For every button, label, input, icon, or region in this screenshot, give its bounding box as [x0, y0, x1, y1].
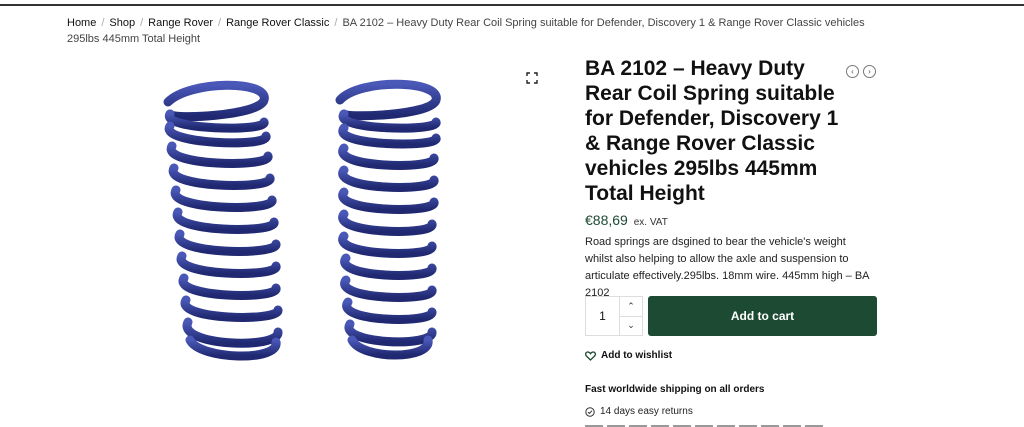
coil-springs-image — [163, 79, 441, 361]
add-to-wishlist-link[interactable]: Add to wishlist — [585, 350, 672, 361]
returns-note: 14 days easy returns — [585, 406, 693, 417]
product-description: Road springs are dsgined to bear the veh… — [585, 236, 869, 299]
heart-icon — [585, 350, 596, 361]
price-suffix: ex. VAT — [633, 217, 668, 228]
expand-icon[interactable] — [526, 71, 538, 84]
returns-label: 14 days easy returns — [600, 406, 693, 417]
breadcrumb-range-rover-classic[interactable]: Range Rover Classic — [226, 17, 329, 29]
top-border — [0, 4, 1024, 6]
breadcrumb-shop[interactable]: Shop — [109, 17, 135, 29]
price-amount: €88,69 — [585, 212, 628, 228]
breadcrumb: Home / Shop / Range Rover / Range Rover Classi… — [67, 15, 867, 47]
wishlist-label: Add to wishlist — [601, 350, 673, 361]
breadcrumb-separator: / — [334, 17, 338, 29]
right-spring — [335, 79, 441, 360]
breadcrumb-range-rover[interactable]: Range Rover — [148, 17, 213, 29]
quantity-arrows: ⌃ ⌄ — [619, 297, 642, 335]
quantity-increase-icon[interactable]: ⌃ — [620, 297, 642, 316]
breadcrumb-separator: / — [218, 17, 222, 29]
breadcrumb-home[interactable]: Home — [67, 17, 96, 29]
breadcrumb-separator: / — [140, 17, 144, 29]
shipping-note: Fast worldwide shipping on all orders — [585, 384, 765, 395]
quantity-stepper: 1 ⌃ ⌄ — [585, 296, 643, 336]
product-price: €88,69 ex. VAT — [585, 212, 668, 228]
chevron-left-icon[interactable]: ‹ — [846, 65, 859, 78]
left-spring — [163, 80, 283, 361]
breadcrumb-separator: / — [101, 17, 105, 29]
quantity-decrease-icon[interactable]: ⌄ — [620, 315, 642, 336]
cut-off-row — [585, 423, 825, 427]
add-to-cart-button[interactable]: Add to cart — [648, 296, 877, 336]
product-title: BA 2102 – Heavy Duty Rear Coil Spring su… — [585, 57, 839, 205]
check-circle-icon — [585, 406, 595, 417]
product-navigation: ‹ › — [846, 65, 876, 78]
quantity-input[interactable]: 1 — [586, 297, 619, 335]
product-image[interactable] — [130, 70, 550, 370]
chevron-right-icon[interactable]: › — [863, 65, 876, 78]
